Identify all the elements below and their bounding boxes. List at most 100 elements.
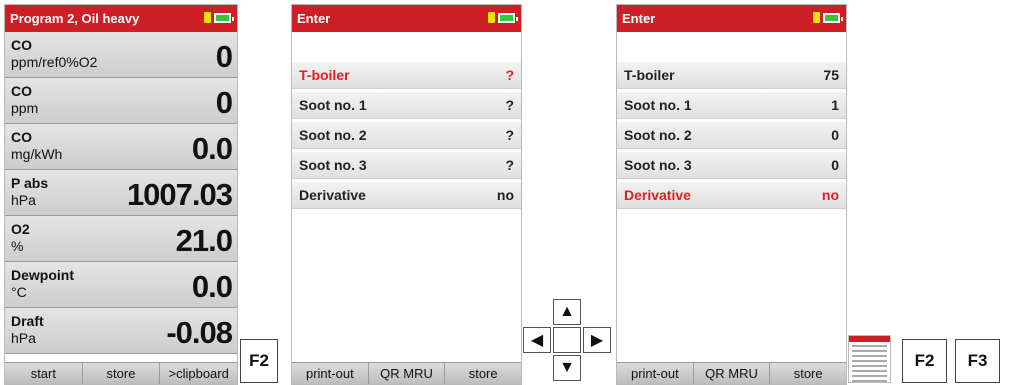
- arrow-center: [553, 327, 581, 353]
- measurement-unit: %: [11, 238, 24, 254]
- battery-icon: [823, 12, 843, 23]
- measurement-value: 0: [215, 39, 233, 74]
- store-softkey[interactable]: store: [770, 363, 846, 384]
- measurement-name: CO: [11, 129, 32, 145]
- arrow-down-icon: ▼: [559, 359, 575, 376]
- clipboard-softkey[interactable]: >clipboard: [160, 363, 237, 384]
- print-out-softkey[interactable]: print-out: [292, 363, 369, 384]
- measurement-value: 0: [215, 85, 233, 120]
- battery-icon: [214, 12, 234, 23]
- measurement-value: -0.08: [166, 315, 233, 350]
- measurement-value: 0.0: [191, 269, 233, 304]
- entry-label: Soot no. 3: [624, 157, 692, 173]
- measurement-name: Draft: [11, 313, 44, 329]
- sd-card-icon: [488, 12, 495, 23]
- measurement-name: O2: [11, 221, 30, 237]
- measurement-unit: hPa: [11, 192, 36, 208]
- measurement-row[interactable]: O2 % 21.0: [5, 216, 237, 262]
- entry-value: no: [496, 187, 514, 203]
- store-softkey[interactable]: store: [445, 363, 521, 384]
- entry-row-t-boiler[interactable]: T-boiler 75: [617, 62, 846, 89]
- entry-row-t-boiler[interactable]: T-boiler ?: [292, 62, 521, 89]
- entry-value: 75: [823, 67, 839, 83]
- arrow-right-button[interactable]: ▶: [583, 327, 611, 353]
- entry-value: ?: [505, 127, 514, 143]
- softkey-bar: start store >clipboard: [5, 362, 237, 384]
- entry-value: 0: [831, 127, 839, 143]
- entry-label: Soot no. 1: [624, 97, 692, 113]
- screen-thumbnail: [848, 335, 891, 383]
- screen-titlebar: Program 2, Oil heavy: [5, 5, 237, 32]
- entry-row-soot-2[interactable]: Soot no. 2 ?: [292, 122, 521, 149]
- entry-row-soot-1[interactable]: Soot no. 1 1: [617, 92, 846, 119]
- entry-row-derivative[interactable]: Derivative no: [617, 182, 846, 209]
- f3-key[interactable]: F3: [955, 339, 1000, 383]
- entry-row-soot-2[interactable]: Soot no. 2 0: [617, 122, 846, 149]
- f2-key[interactable]: F2: [902, 339, 947, 383]
- store-softkey[interactable]: store: [83, 363, 161, 384]
- measurement-row[interactable]: Draft hPa -0.08: [5, 308, 237, 354]
- measurement-unit: ppm/ref0%O2: [11, 54, 98, 70]
- sd-card-icon: [813, 12, 820, 23]
- measurement-value: 0.0: [191, 131, 233, 166]
- entry-label: Derivative: [299, 187, 366, 203]
- measurement-name: Dewpoint: [11, 267, 74, 283]
- entry-value: ?: [505, 97, 514, 113]
- enter-screen-empty: Enter T-boiler ? Soot no. 1 ? Soot no. 2…: [291, 4, 522, 385]
- entry-label: Soot no. 2: [624, 127, 692, 143]
- arrow-up-button[interactable]: ▲: [553, 299, 581, 325]
- entry-value: 1: [831, 97, 839, 113]
- entry-value: 0: [831, 157, 839, 173]
- entry-label: T-boiler: [299, 67, 350, 83]
- measurement-screen: Program 2, Oil heavy CO ppm/ref0%O2 0 CO…: [4, 4, 238, 385]
- arrow-down-button[interactable]: ▼: [553, 355, 581, 381]
- entry-row-soot-3[interactable]: Soot no. 3 ?: [292, 152, 521, 179]
- arrow-left-button[interactable]: ◀: [523, 327, 551, 353]
- start-softkey[interactable]: start: [5, 363, 83, 384]
- screen-titlebar: Enter: [292, 5, 521, 32]
- measurement-row[interactable]: Dewpoint °C 0.0: [5, 262, 237, 308]
- arrow-up-icon: ▲: [559, 303, 575, 320]
- print-out-softkey[interactable]: print-out: [617, 363, 694, 384]
- measurement-unit: °C: [11, 284, 27, 300]
- entry-row-derivative[interactable]: Derivative no: [292, 182, 521, 209]
- measurement-unit: hPa: [11, 330, 36, 346]
- measurement-name: CO: [11, 83, 32, 99]
- measurement-unit: mg/kWh: [11, 146, 63, 162]
- screen-title: Enter: [297, 11, 331, 26]
- entry-label: T-boiler: [624, 67, 675, 83]
- arrow-right-icon: ▶: [590, 332, 604, 349]
- qr-mru-softkey[interactable]: QR MRU: [369, 363, 446, 384]
- measurement-value: 21.0: [175, 223, 233, 258]
- measurement-row[interactable]: CO mg/kWh 0.0: [5, 124, 237, 170]
- measurement-name: P abs: [11, 175, 49, 191]
- f2-key[interactable]: F2: [240, 339, 278, 383]
- status-icons: [488, 12, 518, 23]
- screen-title: Enter: [622, 11, 656, 26]
- softkey-bar: print-out QR MRU store: [292, 362, 521, 384]
- entry-label: Soot no. 1: [299, 97, 367, 113]
- measurement-row[interactable]: P abs hPa 1007.03: [5, 170, 237, 216]
- measurement-row[interactable]: CO ppm/ref0%O2 0: [5, 32, 237, 78]
- softkey-bar: print-out QR MRU store: [617, 362, 846, 384]
- entry-label: Soot no. 3: [299, 157, 367, 173]
- measurement-value: 1007.03: [126, 177, 233, 212]
- entry-row-soot-3[interactable]: Soot no. 3 0: [617, 152, 846, 179]
- battery-icon: [498, 12, 518, 23]
- program-title: Program 2, Oil heavy: [10, 11, 140, 26]
- status-icons: [813, 12, 843, 23]
- measurement-unit: ppm: [11, 100, 39, 116]
- entry-label: Derivative: [624, 187, 691, 203]
- entry-row-soot-1[interactable]: Soot no. 1 ?: [292, 92, 521, 119]
- enter-screen-filled: Enter T-boiler 75 Soot no. 1 1 Soot no. …: [616, 4, 847, 385]
- qr-mru-softkey[interactable]: QR MRU: [694, 363, 771, 384]
- measurement-name: CO: [11, 37, 32, 53]
- measurement-row[interactable]: CO ppm 0: [5, 78, 237, 124]
- sd-card-icon: [204, 12, 211, 23]
- status-icons: [204, 12, 234, 23]
- entry-value: ?: [505, 67, 514, 83]
- arrow-left-icon: ◀: [530, 332, 544, 349]
- entry-label: Soot no. 2: [299, 127, 367, 143]
- screen-titlebar: Enter: [617, 5, 846, 32]
- entry-value: no: [821, 187, 839, 203]
